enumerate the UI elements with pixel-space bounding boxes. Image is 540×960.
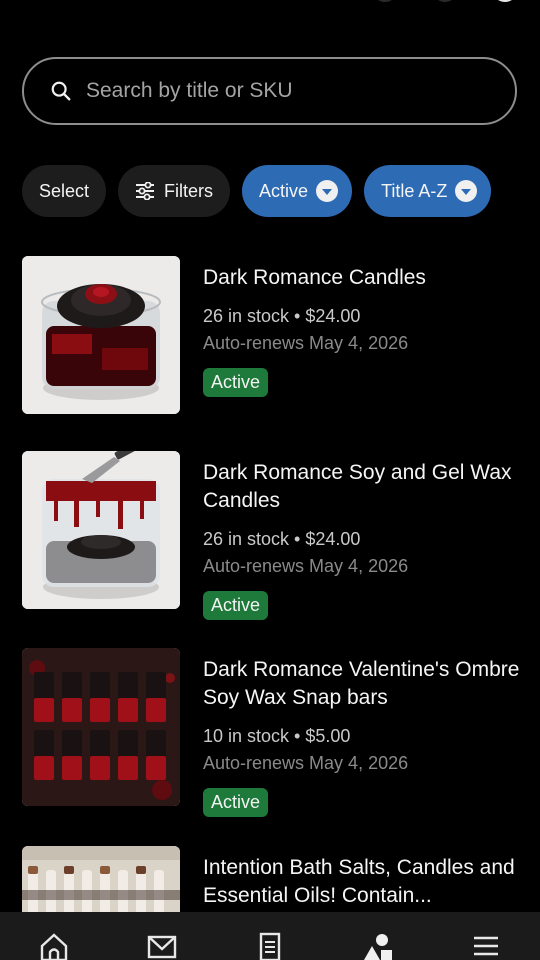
listing-stock-price: 26 in stock • $24.00 bbox=[203, 306, 361, 326]
chevron-down-icon bbox=[455, 180, 478, 202]
select-label: Select bbox=[39, 180, 90, 201]
search-input[interactable] bbox=[86, 79, 486, 103]
bath-salt-vials-image bbox=[22, 846, 180, 912]
nav-home[interactable] bbox=[34, 932, 74, 960]
search-bar[interactable] bbox=[22, 57, 517, 125]
messages-icon bbox=[147, 935, 177, 959]
filters-button[interactable]: Filters bbox=[118, 165, 231, 217]
listing-renewal: Auto-renews May 4, 2026 bbox=[203, 556, 409, 576]
listing-thumbnail[interactable] bbox=[22, 451, 180, 609]
listing-renewal: Auto-renews May 4, 2026 bbox=[203, 333, 409, 353]
listing-title[interactable]: Intention Bath Salts, Candles and Essent… bbox=[203, 854, 522, 910]
listing-stock-price: 26 in stock • $24.00 bbox=[203, 529, 361, 549]
top-toolbar bbox=[372, 0, 518, 2]
status-filter-label: Active bbox=[259, 180, 309, 201]
filter-chips: Select Filters Active Title A-Z bbox=[22, 165, 492, 217]
sort-label: Title A-Z bbox=[381, 180, 448, 201]
listing-title[interactable]: Dark Romance Soy and Gel Wax Candles bbox=[203, 459, 523, 515]
sort-dropdown[interactable]: Title A-Z bbox=[364, 165, 492, 217]
orders-icon bbox=[259, 932, 281, 960]
snap-bars-image bbox=[22, 648, 180, 806]
listing-item[interactable]: Dark Romance Candles 26 in stock • $24.0… bbox=[22, 256, 522, 416]
menu-icon bbox=[474, 936, 498, 956]
status-filter-dropdown[interactable]: Active bbox=[242, 165, 353, 217]
select-button[interactable]: Select bbox=[22, 165, 107, 217]
shapes-icon bbox=[364, 934, 392, 960]
status-badge: Active bbox=[203, 368, 269, 397]
toolbar-icon-2[interactable] bbox=[432, 0, 458, 2]
nav-orders[interactable] bbox=[250, 932, 290, 960]
candle-knife-image bbox=[22, 451, 180, 609]
toolbar-icon-1[interactable] bbox=[372, 0, 398, 2]
listing-item[interactable]: Dark Romance Soy and Gel Wax Candles 26 … bbox=[22, 451, 523, 620]
nav-listings[interactable] bbox=[358, 932, 398, 960]
listing-item[interactable]: Dark Romance Valentine's Ombre Soy Wax S… bbox=[22, 648, 523, 817]
status-badge: Active bbox=[203, 591, 269, 620]
candle-rose-jar-image bbox=[22, 256, 180, 414]
listing-renewal: Auto-renews May 4, 2026 bbox=[203, 753, 409, 773]
status-badge: Active bbox=[203, 788, 269, 817]
home-icon bbox=[40, 933, 68, 960]
listing-thumbnail[interactable] bbox=[22, 648, 180, 806]
listing-title[interactable]: Dark Romance Valentine's Ombre Soy Wax S… bbox=[203, 656, 523, 712]
search-icon bbox=[51, 81, 71, 101]
listing-thumbnail[interactable] bbox=[22, 256, 180, 414]
nav-messages[interactable] bbox=[142, 932, 182, 960]
sliders-icon bbox=[136, 182, 155, 200]
listings-screen: Select Filters Active Title A-Z bbox=[0, 0, 540, 960]
listing-item[interactable]: Intention Bath Salts, Candles and Essent… bbox=[22, 846, 522, 912]
bottom-navigation bbox=[0, 912, 540, 960]
chevron-down-icon bbox=[316, 180, 339, 202]
listing-thumbnail[interactable] bbox=[22, 846, 180, 912]
listing-title[interactable]: Dark Romance Candles bbox=[203, 264, 523, 292]
nav-menu[interactable] bbox=[466, 932, 506, 960]
listing-stock-price: 10 in stock • $5.00 bbox=[203, 726, 351, 746]
toolbar-icon-3[interactable] bbox=[492, 0, 518, 2]
filters-label: Filters bbox=[164, 180, 214, 201]
